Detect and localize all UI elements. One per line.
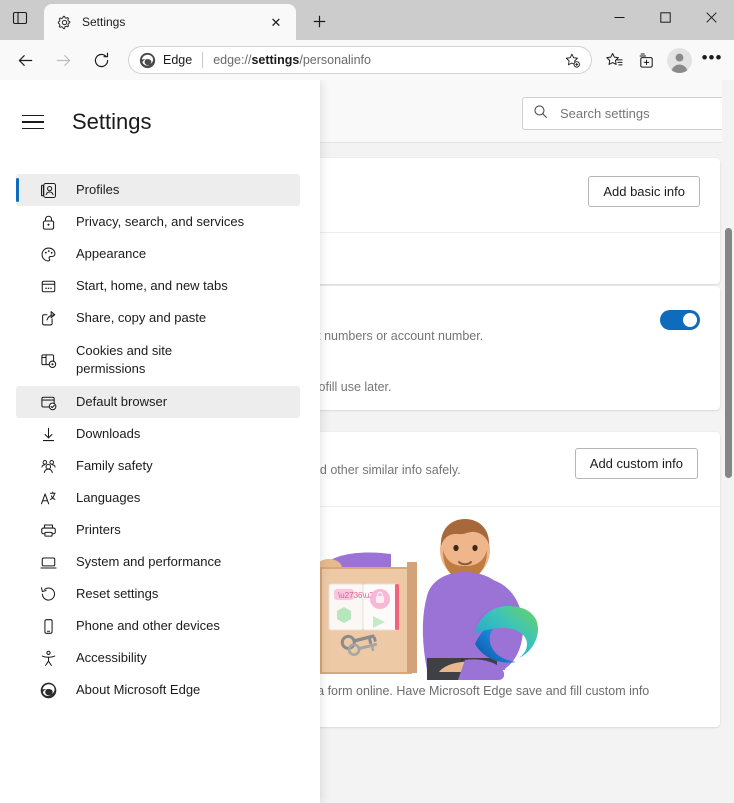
sidebar-item-appearance[interactable]: Appearance [16, 238, 300, 270]
sidebar-item-system-performance[interactable]: System and performance [16, 546, 300, 578]
sidebar-item-label: Default browser [76, 394, 168, 410]
more-options-icon[interactable]: ••• [696, 44, 728, 76]
sidebar-item-label: Family safety [76, 458, 153, 474]
refresh-icon[interactable] [84, 43, 118, 77]
minimize-button[interactable] [596, 0, 642, 34]
sidebar-item-label: About Microsoft Edge [76, 682, 201, 698]
sidebar-item-reset-settings[interactable]: Reset settings [16, 578, 300, 610]
sidebar-item-label: Appearance [76, 246, 147, 262]
sidebar-header: Settings [0, 80, 320, 144]
reset-icon [38, 584, 58, 604]
sidebar-item-label: Phone and other devices [76, 618, 220, 634]
download-icon [38, 424, 58, 444]
search-input[interactable]: Search settings [522, 97, 730, 130]
cookies-icon [38, 350, 58, 370]
languages-icon [38, 488, 58, 508]
browser-toolbar: Edge edge://settings/personalinfo ••• [0, 40, 734, 80]
add-basic-info-button[interactable]: Add basic info [588, 176, 700, 207]
sidebar-item-cookies[interactable]: Cookies and site permissions [16, 334, 300, 386]
tab-search-icon[interactable] [0, 0, 40, 38]
search-icon [533, 104, 548, 124]
family-icon [38, 456, 58, 476]
omnibox-divider [202, 52, 204, 68]
share-icon [38, 308, 58, 328]
sidebar-item-default-browser[interactable]: Default browser [16, 386, 300, 418]
avatar[interactable] [662, 43, 696, 77]
palette-icon [38, 244, 58, 264]
printer-icon [38, 520, 58, 540]
sidebar-item-label: Reset settings [76, 586, 159, 602]
back-icon[interactable] [8, 43, 42, 77]
sidebar-item-printers[interactable]: Printers [16, 514, 300, 546]
sidebar-nav: Profiles Privacy, search, and services A… [0, 174, 320, 706]
sidebar-item-label: Downloads [76, 426, 141, 442]
sidebar-item-about-edge[interactable]: About Microsoft Edge [16, 674, 300, 706]
browser-window: Settings ✕ Edge edge://settings/personal… [0, 0, 734, 803]
edge-logo-icon [38, 680, 58, 700]
url-text: edge://settings/personalinfo [213, 53, 371, 67]
sidebar-item-label: Cookies and site permissions [76, 343, 173, 376]
sidebar-item-share-copy-paste[interactable]: Share, copy and paste [16, 302, 300, 334]
sidebar-item-label: Accessibility [76, 650, 147, 666]
lock-icon [38, 212, 58, 232]
sidebar-item-profiles[interactable]: Profiles [16, 174, 300, 206]
sidebar-item-label: System and performance [76, 554, 222, 570]
forward-icon[interactable] [46, 43, 80, 77]
window-icon [38, 276, 58, 296]
sidebar-item-privacy[interactable]: Privacy, search, and services [16, 206, 300, 238]
window-controls [596, 0, 734, 34]
accessibility-icon [38, 648, 58, 668]
sidebar-item-start-home[interactable]: Start, home, and new tabs [16, 270, 300, 302]
sidebar-item-label: Languages [76, 490, 141, 506]
add-custom-info-button[interactable]: Add custom info [574, 448, 698, 479]
title-bar: Settings ✕ [0, 0, 734, 40]
sidebar-item-accessibility[interactable]: Accessibility [16, 642, 300, 674]
edge-logo-icon: Edge [139, 52, 192, 69]
collections-icon[interactable] [630, 44, 662, 76]
settings-page: Search settings tomatically Add basic in… [0, 80, 734, 803]
custom-info-toggle[interactable] [660, 310, 700, 330]
edge-brand-label: Edge [163, 53, 193, 67]
sidebar-item-label: Start, home, and new tabs [76, 278, 228, 294]
page-scrollbar[interactable] [722, 80, 734, 803]
sidebar-item-phone-devices[interactable]: Phone and other devices [16, 610, 300, 642]
sidebar-item-label: Share, copy and paste [76, 310, 207, 326]
person-with-box-illustration: \u2736\u2736 [316, 518, 538, 680]
favorites-icon[interactable] [598, 44, 630, 76]
close-icon[interactable]: ✕ [264, 10, 288, 34]
settings-sidebar: Settings Profiles Privacy, search, and s… [0, 80, 320, 803]
page-title: Settings [72, 109, 152, 134]
sidebar-item-label: Profiles [76, 182, 120, 198]
gear-icon [56, 14, 72, 30]
sidebar-item-downloads[interactable]: Downloads [16, 418, 300, 450]
sidebar-item-label: Privacy, search, and services [76, 214, 245, 230]
new-tab-button[interactable] [302, 4, 336, 38]
sidebar-item-family-safety[interactable]: Family safety [16, 450, 300, 482]
tab-title: Settings [82, 15, 126, 29]
monitor-icon [38, 552, 58, 572]
sidebar-item-languages[interactable]: Languages [16, 482, 300, 514]
tab-settings[interactable]: Settings ✕ [44, 4, 296, 40]
address-bar[interactable]: Edge edge://settings/personalinfo [128, 46, 592, 74]
maximize-button[interactable] [642, 0, 688, 34]
close-window-button[interactable] [688, 0, 734, 34]
sidebar-item-label: Printers [76, 522, 121, 538]
profile-icon [38, 180, 58, 200]
search-placeholder: Search settings [560, 106, 650, 121]
scrollbar-thumb[interactable] [725, 228, 732, 478]
phone-icon [38, 616, 58, 636]
hamburger-menu-icon[interactable] [22, 109, 48, 135]
default-browser-icon [38, 392, 58, 412]
add-favorite-icon[interactable] [559, 47, 585, 73]
